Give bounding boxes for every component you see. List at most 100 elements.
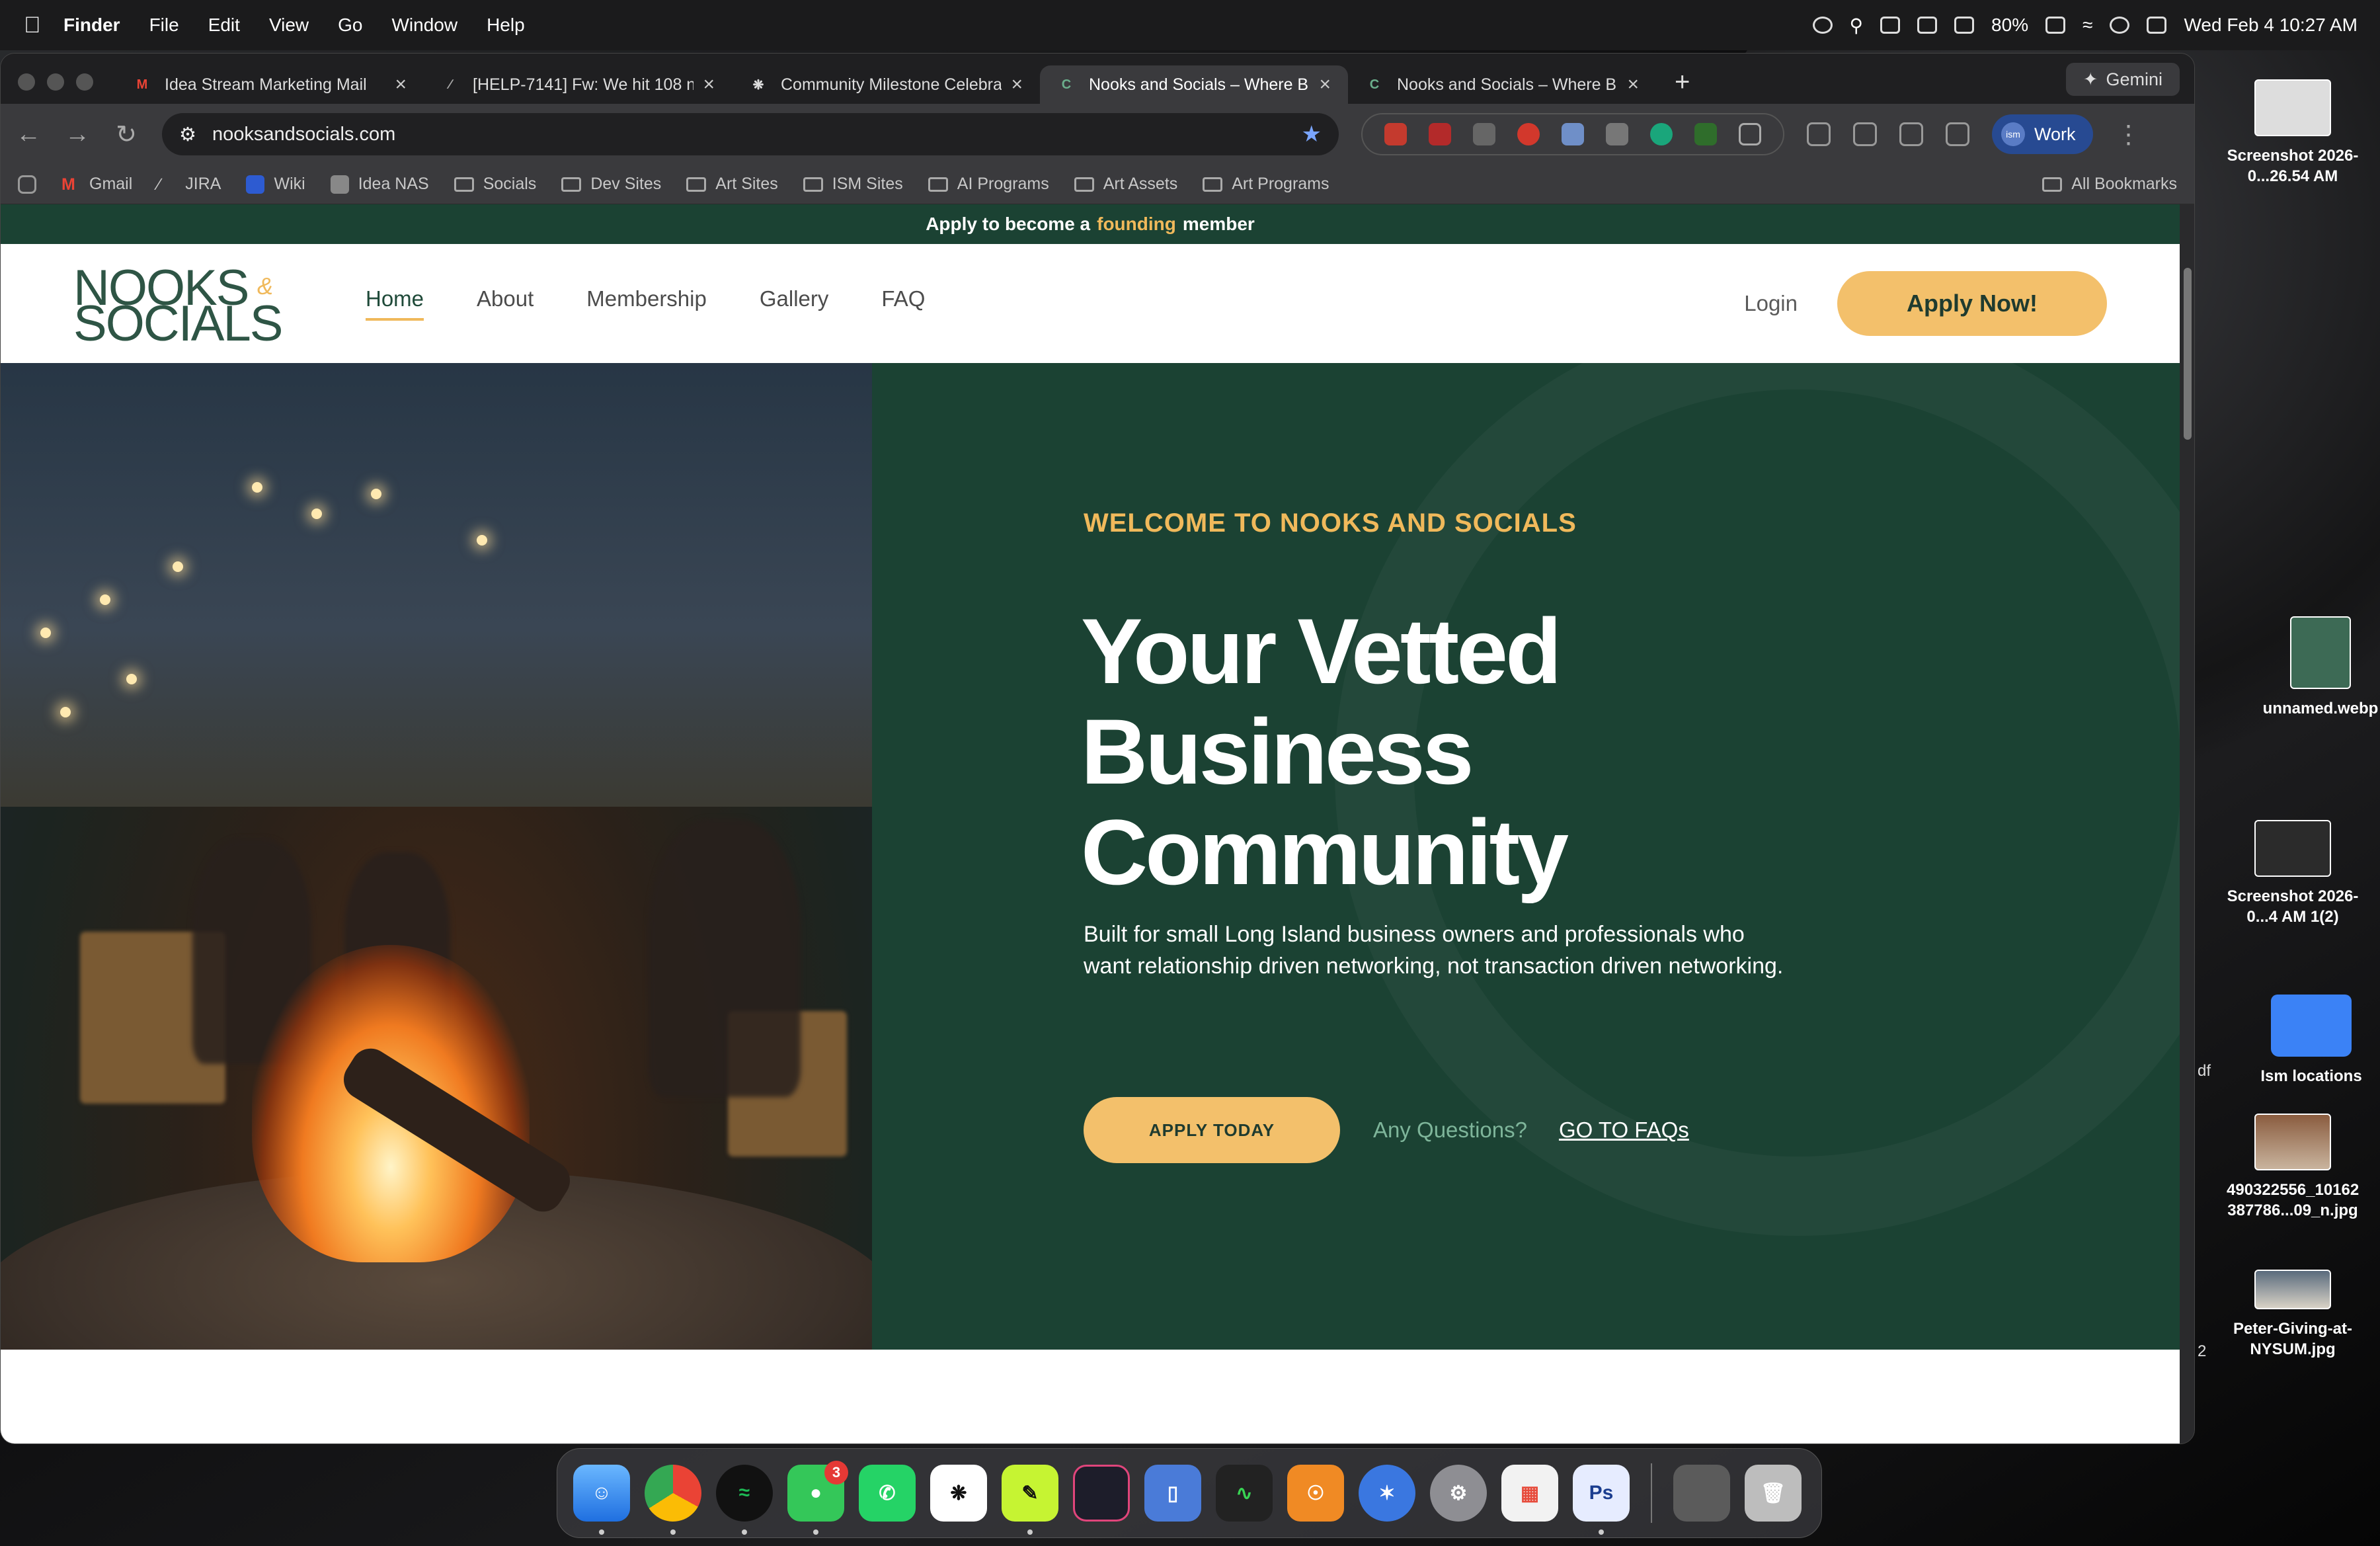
profile-button[interactable]: ism Work	[1992, 114, 2093, 154]
menu-file[interactable]: File	[149, 15, 179, 36]
extension-icon[interactable]	[1428, 123, 1451, 145]
close-tab-icon[interactable]: ×	[395, 73, 407, 96]
bookmark-gmail[interactable]: M Gmail	[61, 175, 132, 194]
menu-help[interactable]: Help	[487, 15, 525, 36]
new-tab-button[interactable]: +	[1675, 67, 1690, 97]
tab-jira[interactable]: ∕ [HELP-7141] Fw: We hit 108 n ×	[424, 65, 732, 104]
reload-icon[interactable]: ↻	[113, 120, 139, 149]
all-bookmarks[interactable]: All Bookmarks	[2042, 175, 2177, 194]
desktop-file-unnamed-webp[interactable]: unnamed.webp	[2254, 616, 2380, 719]
wifi-icon[interactable]: ≈	[2082, 15, 2092, 36]
page-scrollbar[interactable]	[2180, 204, 2194, 1444]
dock-system-settings[interactable]: ⚙	[1430, 1465, 1487, 1522]
dock-whatsapp[interactable]: ✆	[859, 1465, 916, 1522]
clock[interactable]: Wed Feb 4 10:27 AM	[2184, 15, 2358, 36]
dock-screens[interactable]	[1073, 1465, 1130, 1522]
dock-scrivener[interactable]: ✎	[1002, 1465, 1058, 1535]
tab-nooks[interactable]: C Nooks and Socials – Where B ×	[1348, 65, 1656, 104]
notes-icon[interactable]	[1917, 17, 1938, 34]
site-settings-icon[interactable]: ⚙	[179, 123, 196, 146]
menu-go[interactable]: Go	[338, 15, 362, 36]
apps-icon[interactable]	[18, 175, 36, 194]
desktop-file-screenshot-1[interactable]: Screenshot 2026-0...26.54 AM	[2227, 79, 2359, 186]
dock-podcast[interactable]: ☉	[1287, 1465, 1344, 1522]
side-panel-icon[interactable]	[1853, 122, 1877, 146]
close-tab-icon[interactable]: ×	[1627, 73, 1639, 96]
bookmark-folder-art-sites[interactable]: Art Sites	[686, 175, 778, 194]
camera-icon[interactable]	[1606, 123, 1629, 145]
downloads-icon[interactable]	[1899, 122, 1923, 146]
dock-finder[interactable]: ☺	[573, 1465, 630, 1535]
menu-window[interactable]: Window	[391, 15, 457, 36]
dock-chrome[interactable]	[645, 1465, 701, 1535]
battery-icon[interactable]	[2045, 17, 2066, 34]
extension-icon[interactable]	[1384, 123, 1407, 145]
display-icon[interactable]	[1954, 17, 1975, 34]
zoom-window-button[interactable]	[76, 73, 93, 91]
dock-messages[interactable]: ● 3	[787, 1461, 848, 1535]
desktop-file-screenshot-2[interactable]: Screenshot 2026-0...4 AM 1(2)	[2227, 820, 2359, 927]
close-tab-icon[interactable]: ×	[703, 73, 715, 96]
nav-about[interactable]: About	[477, 286, 534, 321]
close-window-button[interactable]	[18, 73, 35, 91]
close-tab-icon[interactable]: ×	[1011, 73, 1023, 96]
bookmark-jira[interactable]: ∕ JIRA	[157, 175, 221, 194]
bookmark-folder-ism[interactable]: ISM Sites	[803, 175, 903, 194]
minimize-window-button[interactable]	[47, 73, 64, 91]
dock-chatgpt[interactable]: ❋	[930, 1465, 987, 1522]
reading-list-icon[interactable]	[1946, 122, 1969, 146]
close-tab-icon[interactable]: ×	[1319, 73, 1331, 96]
dock-iphone-mirroring[interactable]: ▯	[1144, 1465, 1201, 1522]
dock-spotify[interactable]: ≈	[716, 1465, 773, 1535]
user-icon[interactable]	[2110, 17, 2130, 34]
desktop-folder-ism-locations[interactable]: Ism locations	[2245, 995, 2377, 1086]
nav-home[interactable]: Home	[366, 286, 424, 321]
desktop-file-photo-2[interactable]: Peter-Giving-at-NYSUM.jpg	[2227, 1270, 2359, 1360]
nav-gallery[interactable]: Gallery	[760, 286, 829, 321]
scrollbar-thumb[interactable]	[2184, 268, 2192, 440]
more-menu-icon[interactable]: ⋮	[2116, 120, 2142, 149]
nav-faq[interactable]: FAQ	[881, 286, 925, 321]
menu-edit[interactable]: Edit	[208, 15, 240, 36]
dock-launchpad[interactable]: ▦	[1501, 1465, 1558, 1522]
menu-view[interactable]: View	[269, 15, 309, 36]
dock-photoshop[interactable]: Ps	[1573, 1465, 1630, 1535]
url-text[interactable]: nooksandsocials.com	[212, 124, 1286, 145]
bookmark-folder-dev[interactable]: Dev Sites	[561, 175, 661, 194]
bookmark-folder-socials[interactable]: Socials	[454, 175, 536, 194]
desktop-file-photo-1[interactable]: 490322556_10162 387786...09_n.jpg	[2227, 1114, 2359, 1221]
apply-today-button[interactable]: APPLY TODAY	[1084, 1097, 1340, 1163]
login-link[interactable]: Login	[1744, 291, 1798, 316]
bookmark-manager-icon[interactable]	[1807, 122, 1831, 146]
bookmark-nas[interactable]: Idea NAS	[330, 175, 429, 194]
grammarly-icon[interactable]	[1650, 123, 1673, 145]
focus-icon[interactable]	[1812, 17, 1833, 34]
control-center-icon[interactable]	[2147, 17, 2167, 34]
gemini-button[interactable]: ✦ Gemini	[2065, 63, 2180, 96]
dock-activity-monitor[interactable]: ∿	[1216, 1465, 1273, 1522]
site-logo[interactable]: NOOKS & SOCIALS	[73, 261, 292, 349]
bookmark-folder-ai[interactable]: AI Programs	[928, 175, 1049, 194]
tab-chatgpt[interactable]: ❋ Community Milestone Celebra ×	[732, 65, 1040, 104]
tab-gmail[interactable]: M Idea Stream Marketing Mail ×	[116, 65, 424, 104]
extension-icon[interactable]	[1561, 123, 1584, 145]
apply-now-button[interactable]: Apply Now!	[1837, 271, 2107, 336]
dock-elpass[interactable]: ✶	[1359, 1465, 1415, 1522]
nav-membership[interactable]: Membership	[586, 286, 707, 321]
tab-nooks-active[interactable]: C Nooks and Socials – Where B ×	[1040, 65, 1348, 104]
eyedropper-icon[interactable]	[1472, 123, 1495, 145]
menu-app-name[interactable]: Finder	[63, 15, 120, 36]
download-extension-icon[interactable]	[1694, 123, 1718, 145]
back-icon[interactable]: ←	[15, 120, 42, 149]
apple-menu-icon[interactable]: 	[24, 13, 63, 38]
dock-images-stack[interactable]	[1673, 1465, 1730, 1522]
spotlight-icon[interactable]: ⚲	[1850, 15, 1864, 36]
bookmark-folder-art-assets[interactable]: Art Assets	[1074, 175, 1177, 194]
window-manager-icon[interactable]	[1880, 17, 1901, 34]
bookmark-wiki[interactable]: Wiki	[246, 175, 305, 194]
address-bar[interactable]: ⚙ nooksandsocials.com ★	[162, 113, 1339, 155]
go-to-faqs-link[interactable]: GO TO FAQs	[1559, 1118, 1689, 1143]
puzzle-icon[interactable]	[1739, 123, 1762, 145]
adblock-icon[interactable]	[1517, 123, 1540, 145]
dock-trash[interactable]: 🗑	[1745, 1465, 1802, 1522]
